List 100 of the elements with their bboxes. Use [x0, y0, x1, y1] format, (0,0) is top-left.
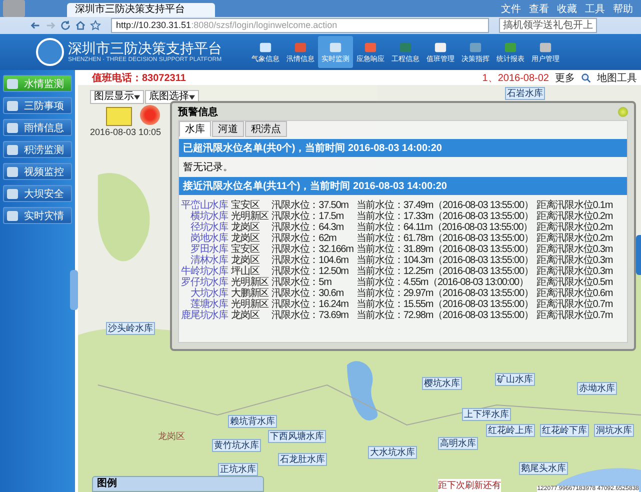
reservoir-label[interactable]: 石岩水库: [505, 87, 545, 100]
search-field[interactable]: 搞机领学送礼包开上: [499, 18, 597, 33]
basemap-dropdown[interactable]: 底图选择: [145, 90, 199, 104]
popup-tab[interactable]: 积涝点: [245, 121, 287, 137]
reservoir-label[interactable]: 樱坑水库: [422, 377, 462, 390]
reservoir-label[interactable]: 鹅尾头水库: [519, 462, 568, 475]
reservoir-link[interactable]: 罗仔坑水库: [181, 277, 228, 288]
collapse-handle[interactable]: [636, 235, 641, 275]
reservoir-label[interactable]: 正坑水库: [218, 463, 258, 476]
nav-tile-icon: [329, 40, 342, 54]
caret-icon: [134, 94, 140, 100]
sidebar-item[interactable]: 积涝监测: [3, 141, 72, 158]
reservoir-link[interactable]: 莲塘水库: [181, 299, 228, 310]
sidebar-item[interactable]: 视频监控: [3, 163, 72, 180]
reservoir-label[interactable]: 上下坪水库: [462, 408, 511, 421]
reservoir-label[interactable]: 洞坑水库: [594, 424, 634, 437]
reservoir-label[interactable]: 赖坑背水库: [228, 415, 277, 428]
section-banner: 已超汛限水位名单(共0个)，当前时间 2016-08-03 14:00:20: [179, 139, 627, 157]
reservoir-label[interactable]: 红花岭上库: [486, 424, 535, 437]
distance-cell: 距离汛限水位0.5m: [536, 277, 613, 288]
distance-cell: 距离汛限水位0.3m: [536, 244, 613, 255]
reservoir-link[interactable]: 鹿尾坑水库: [181, 310, 228, 321]
limit-level-cell-text: 汛限水位：30.6m: [272, 288, 344, 299]
district-cell-text: 龙岗区: [231, 255, 261, 266]
sidebar-item[interactable]: 大坝安全: [3, 185, 72, 202]
nav-tile-icon: [399, 40, 412, 54]
reservoir-label[interactable]: 矿山水库: [495, 373, 535, 386]
sidebar-item[interactable]: 实时灾情: [3, 207, 72, 224]
current-level-cell: 当前水位：104.3m（2016-08-03 13:55:00）: [356, 255, 534, 266]
current-level-cell: 当前水位：15.55m（2016-08-03 13:55:00）: [356, 299, 534, 310]
current-level-cell-text: 当前水位：4.55m（2016-08-03 13:00:00）: [356, 277, 530, 288]
district-cell-text: 宝安区: [231, 200, 261, 211]
reservoir-link[interactable]: 横坑水库: [181, 211, 228, 222]
nav-tile-icon: [259, 40, 272, 54]
browser-tab[interactable]: 深圳市三防决策支持平台: [67, 3, 215, 17]
address-field[interactable]: http://10.230.31.51:8080/szsf/login/loginwelcome.action: [111, 18, 489, 33]
reservoir-link[interactable]: 平峦山水库: [181, 200, 228, 211]
collapse-handle[interactable]: [70, 270, 78, 310]
reservoir-link[interactable]: 大坑水库: [181, 288, 228, 299]
layer-dropdown[interactable]: 图层显示: [90, 90, 144, 104]
distance-cell: 距离汛限水位0.2m: [536, 233, 613, 244]
notice-link[interactable]: 1、2016-08-02: [482, 70, 549, 84]
map-tools-link[interactable]: 地图工具: [597, 70, 637, 84]
reservoir-link[interactable]: 罗田水库: [181, 244, 228, 255]
district-cell: 光明新区: [231, 299, 269, 310]
nav-tile-icon: [539, 40, 552, 54]
refresh-icon[interactable]: [60, 20, 71, 31]
reservoir-link[interactable]: 清林水库: [181, 255, 228, 266]
reservoir-link[interactable]: 径坑水库: [181, 222, 228, 233]
popup-tab[interactable]: 水库: [179, 121, 211, 137]
sidebar-item[interactable]: 三防事项: [3, 97, 72, 114]
reservoir-label[interactable]: 红花岭下库: [540, 424, 589, 437]
reservoir-label[interactable]: 石龙肚水库: [278, 453, 327, 466]
timestamp-text: 2016-08-03 10:05: [90, 127, 162, 137]
district-cell: 光明新区: [231, 211, 269, 222]
no-record-text: 暂无记录。: [182, 160, 234, 175]
menu-item[interactable]: 查看: [529, 3, 549, 17]
menu-item[interactable]: 收藏: [557, 3, 577, 17]
menu-item[interactable]: 帮助: [613, 3, 633, 17]
reservoir-label[interactable]: 高明水库: [438, 437, 478, 450]
hotline-text: 值班电话：83072311: [92, 72, 186, 84]
home-icon[interactable]: [75, 20, 86, 31]
back-arrow-icon[interactable]: [30, 20, 41, 31]
section-banner: 接近汛限水位名单(共11个)，当前时间 2016-08-03 14:00:20: [179, 177, 627, 195]
reservoir-label[interactable]: 沙头岭水库: [106, 322, 155, 335]
reservoir-link[interactable]: 牛岭坑水库: [181, 266, 228, 277]
current-level-cell: 当前水位：61.78m（2016-08-03 13:55:00）: [356, 233, 534, 244]
current-level-cell: 当前水位：29.97m（2016-08-03 13:55:00）: [356, 288, 534, 299]
more-link[interactable]: 更多: [555, 70, 575, 84]
current-level-cell: 当前水位：64.11m（2016-08-03 13:55:00）: [356, 222, 534, 233]
distance-cell: 距离汛限水位0.2m: [536, 211, 613, 222]
reservoir-link[interactable]: 岗地水库: [181, 233, 228, 244]
limit-level-cell-text: 汛限水位：62m: [272, 233, 338, 244]
limit-level-cell-text: 汛限水位：12.50m: [272, 266, 350, 277]
map-view[interactable]: [78, 85, 641, 492]
reservoir-label[interactable]: 黄竹坑水库: [212, 439, 261, 452]
logo-icon: [36, 38, 64, 66]
limit-level-cell: 汛限水位：32.166m: [272, 244, 354, 255]
reservoir-label[interactable]: 下西风塘水库: [268, 430, 326, 443]
reservoir-label[interactable]: 赤坳水库: [577, 382, 617, 395]
search-icon[interactable]: [581, 72, 591, 82]
menu-item[interactable]: 文件: [501, 3, 521, 17]
distance-cell: 距离汛限水位0.3m: [536, 255, 613, 266]
popup-tab[interactable]: 河道: [212, 121, 244, 137]
app-title: 深圳市三防决策支持平台: [68, 40, 222, 56]
lake-area: [347, 361, 378, 420]
district-cell-text: 龙岗区: [231, 233, 261, 244]
distance-cell: 距离汛限水位0.2m: [536, 222, 613, 233]
distance-cell: 距离汛限水位0.7m: [536, 299, 613, 310]
district-cell-text: 龙岗区: [231, 310, 261, 321]
limit-level-cell-text: 汛限水位：64.3m: [272, 222, 344, 233]
current-level-cell: 当前水位：12.25m（2016-08-03 13:55:00）: [356, 266, 534, 277]
menu-item[interactable]: 工具: [585, 3, 605, 17]
legend-panel[interactable]: 图例: [92, 476, 264, 492]
star-icon[interactable]: [90, 20, 101, 31]
alarm-marker-icon[interactable]: [140, 105, 160, 125]
district-cell: 光明新区: [231, 277, 269, 288]
reservoir-label[interactable]: 大水坑水库: [368, 446, 417, 459]
sidebar-item[interactable]: 雨情信息: [3, 119, 72, 136]
limit-level-cell-text: 汛限水位：5m: [272, 277, 332, 288]
